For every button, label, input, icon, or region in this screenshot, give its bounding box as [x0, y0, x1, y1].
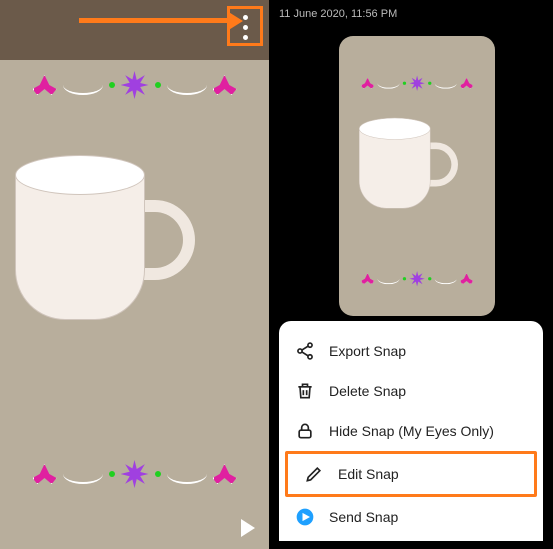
swirl-icon	[63, 75, 103, 95]
decorative-border-bottom	[339, 260, 495, 299]
flower-icon	[121, 460, 149, 488]
trash-icon	[295, 381, 315, 401]
send-icon[interactable]	[241, 519, 255, 537]
flower-icon	[121, 71, 149, 99]
menu-item-hide[interactable]: Hide Snap (My Eyes Only)	[279, 411, 543, 451]
pencil-icon	[304, 464, 324, 484]
dot-icon	[109, 471, 115, 477]
menu-item-label: Export Snap	[329, 343, 406, 359]
menu-item-delete[interactable]: Delete Snap	[279, 371, 543, 411]
swirl-icon	[167, 464, 207, 484]
annotation-arrow	[79, 18, 229, 23]
menu-item-export[interactable]: Export Snap	[279, 331, 543, 371]
lotus-icon	[213, 464, 237, 484]
dot-icon	[155, 82, 161, 88]
more-vertical-icon	[243, 25, 248, 30]
more-vertical-icon	[243, 15, 248, 20]
more-options-button[interactable]	[233, 12, 257, 42]
menu-item-label: Edit Snap	[338, 466, 399, 482]
menu-item-label: Send Snap	[329, 509, 398, 525]
photo-mug	[15, 170, 155, 330]
lotus-icon	[33, 75, 57, 95]
lotus-icon	[33, 464, 57, 484]
snap-menu-screen: 11 June 2020, 11:56 PM	[269, 0, 553, 549]
snap-timestamp: 11 June 2020, 11:56 PM	[269, 0, 553, 28]
share-icon	[295, 341, 315, 361]
more-vertical-icon	[243, 35, 248, 40]
snap-preview-screen	[0, 0, 269, 549]
swirl-icon	[63, 464, 103, 484]
photo-mug	[359, 126, 436, 214]
snap-action-menu: Export Snap Delete Snap Hide Snap (	[279, 321, 543, 541]
dot-icon	[155, 471, 161, 477]
decorative-border-top	[339, 64, 495, 103]
menu-item-label: Hide Snap (My Eyes Only)	[329, 423, 494, 439]
decorative-border-bottom	[0, 439, 269, 509]
lotus-icon	[213, 75, 237, 95]
swirl-icon	[167, 75, 207, 95]
send-circle-icon	[295, 507, 315, 527]
lock-icon	[295, 421, 315, 441]
dot-icon	[109, 82, 115, 88]
menu-item-send[interactable]: Send Snap	[279, 497, 543, 537]
decorative-border-top	[0, 50, 269, 120]
snap-thumbnail[interactable]	[339, 36, 495, 316]
menu-item-edit[interactable]: Edit Snap	[285, 451, 537, 497]
menu-item-label: Delete Snap	[329, 383, 406, 399]
